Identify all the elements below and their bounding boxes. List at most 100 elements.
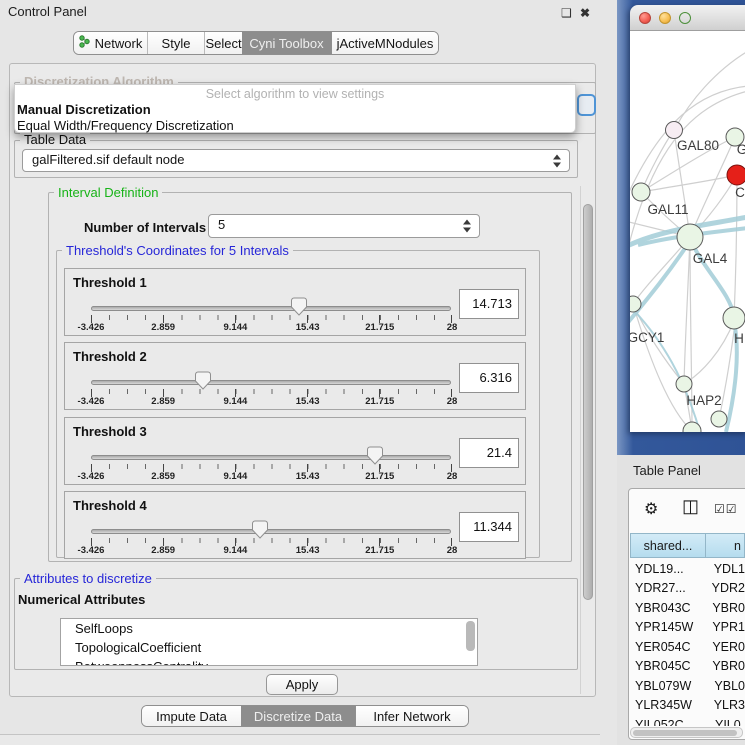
tick-labels: -3.4262.8599.14415.4321.71528 (91, 396, 452, 408)
network-window-titlebar (630, 5, 745, 31)
list-item[interactable]: SelfLoops (61, 619, 477, 638)
table-row[interactable]: YDL19...YDL1 (630, 559, 745, 579)
threshold-4-box: Threshold 4 -3.4262.8599.14415.4321.7152… (64, 491, 526, 559)
zoom-traffic-light-icon[interactable] (679, 12, 691, 24)
close-traffic-light-icon[interactable] (639, 12, 651, 24)
node-gcy1[interactable] (630, 296, 641, 312)
network-canvas[interactable]: GAL80 G C GAL11 GAL4 GCY1 H HAP2 (630, 31, 745, 432)
threshold-1-label: Threshold 1 (73, 275, 147, 290)
tab-network[interactable]: Network (74, 32, 147, 54)
node-label-gal80: GAL80 (677, 138, 719, 153)
float-window-icon[interactable]: ❑ (561, 6, 572, 20)
table-row[interactable]: YBR045CYBR0 (630, 657, 745, 677)
tick-labels: -3.4262.8599.14415.4321.71528 (91, 322, 452, 334)
node-label-gal11: GAL11 (647, 202, 688, 217)
table-row[interactable]: YPR145WYPR1 (630, 618, 745, 638)
node-red[interactable] (727, 165, 745, 185)
node-label-gcy1: GCY1 (630, 330, 664, 345)
panel-scrollbar-thumb[interactable] (583, 204, 593, 600)
tick-labels: -3.4262.8599.14415.4321.71528 (91, 471, 452, 483)
tab-network-label: Network (95, 36, 143, 51)
table-rows: YDL19...YDL1 YDR27...YDR2 YBR043CYBR0 YP… (630, 559, 745, 726)
threshold-3-box: Threshold 3 -3.4262.8599.14415.4321.7152… (64, 417, 526, 485)
table-row[interactable]: YBL079WYBL0 (630, 676, 745, 696)
threshold-1-box: Threshold 1 -3.4262.8599.14415.4321.7152… (64, 268, 526, 336)
threshold-2-value-field[interactable]: 6.316 (459, 363, 519, 393)
threshold-1-slider-track[interactable] (91, 306, 451, 311)
tab-jactivemnodules[interactable]: jActiveMNodules (331, 32, 438, 54)
table-horizontal-scrollbar-thumb[interactable] (633, 730, 737, 736)
table-row[interactable]: YIL052CYIL0 (630, 715, 745, 726)
thresholds-group-title: Threshold's Coordinates for 5 Intervals (62, 243, 293, 258)
node-label-hap2: HAP2 (686, 393, 721, 408)
table-panel-title: Table Panel (633, 463, 701, 478)
threshold-4-slider-track[interactable] (91, 529, 451, 534)
split-columns-icon[interactable]: ◫ (682, 496, 699, 517)
combo-spinner-icon (463, 220, 472, 233)
tab-style[interactable]: Style (147, 32, 204, 54)
attributes-group-title: Attributes to discretize (20, 571, 156, 586)
threshold-4-label: Threshold 4 (73, 498, 147, 513)
list-scrollbar[interactable] (466, 621, 475, 651)
tab-infer-network[interactable]: Infer Network (355, 706, 468, 726)
list-item[interactable]: BetweennessCentrality (61, 657, 477, 666)
algorithm-option-manual[interactable]: Manual Discretization (15, 101, 575, 117)
table-row[interactable]: YER054CYER0 (630, 637, 745, 657)
tick-labels: -3.4262.8599.14415.4321.71528 (91, 545, 452, 557)
numerical-attributes-label: Numerical Attributes (18, 592, 145, 607)
threshold-2-slider-track[interactable] (91, 380, 451, 385)
threshold-4-slider-thumb[interactable] (252, 520, 268, 539)
algorithm-option-equal-width[interactable]: Equal Width/Frequency Discretization (15, 117, 575, 133)
combo-spinner-icon (553, 154, 562, 167)
node-hap2[interactable] (676, 376, 692, 392)
minimize-traffic-light-icon[interactable] (659, 12, 671, 24)
threshold-1-slider-thumb[interactable] (291, 297, 307, 316)
numerical-attributes-list[interactable]: SelfLoops TopologicalCoefficient Between… (60, 618, 478, 666)
node-bottom-2[interactable] (711, 411, 727, 427)
threshold-1-value-field[interactable]: 14.713 (459, 289, 519, 319)
panel-title: Control Panel (8, 4, 87, 19)
table-row[interactable]: YBR043CYBR0 (630, 598, 745, 618)
node-h[interactable] (723, 307, 745, 329)
algorithm-combobox-stub[interactable] (577, 94, 596, 116)
network-view-window[interactable]: GAL80 G C GAL11 GAL4 GCY1 H HAP2 (630, 5, 745, 432)
threshold-3-value-field[interactable]: 21.4 (459, 438, 519, 468)
table-data-combobox[interactable]: galFiltered.sif default node (22, 149, 570, 172)
threshold-3-label: Threshold 3 (73, 424, 147, 439)
column-header-name[interactable]: n (706, 533, 745, 558)
tab-cyni-toolbox[interactable]: Cyni Toolbox (242, 32, 331, 54)
apply-button[interactable]: Apply (266, 674, 338, 695)
number-of-intervals-label: Number of Intervals (84, 220, 206, 235)
table-row[interactable]: YDR27...YDR2 (630, 579, 745, 599)
table-header-row: shared... n (630, 533, 745, 558)
tab-discretize-data[interactable]: Discretize Data (241, 706, 355, 726)
threshold-4-value-field[interactable]: 11.344 (459, 512, 519, 542)
threshold-2-box: Threshold 2 -3.4262.8599.14415.4321.7152… (64, 342, 526, 410)
interval-definition-group-title: Interval Definition (54, 185, 162, 200)
threshold-2-slider-thumb[interactable] (195, 371, 211, 390)
threshold-3-slider-thumb[interactable] (367, 446, 383, 465)
cyni-bottom-tabbar: Impute Data Discretize Data Infer Networ… (141, 705, 469, 727)
algorithm-placeholder-option[interactable]: Select algorithm to view settings (15, 85, 575, 101)
tab-select[interactable]: Select (204, 32, 242, 54)
list-item[interactable]: TopologicalCoefficient (61, 638, 477, 657)
close-icon[interactable]: ✖ (580, 6, 590, 20)
control-panel-tabbar: Network Style Select Cyni Toolbox jActiv… (73, 31, 439, 55)
status-strip (0, 734, 600, 745)
number-of-intervals-combobox[interactable]: 5 (208, 214, 480, 238)
node-label-gal4: GAL4 (693, 251, 728, 266)
threshold-2-label: Threshold 2 (73, 349, 147, 364)
select-all-checkboxes-icon[interactable]: ☑☑ (714, 502, 738, 516)
node-gal80[interactable] (666, 122, 683, 139)
panel-scrollbar[interactable] (580, 186, 594, 694)
column-header-shared-name[interactable]: shared... (630, 533, 706, 558)
threshold-3-slider-track[interactable] (91, 455, 451, 460)
node-gal4[interactable] (677, 224, 703, 250)
tab-impute-data[interactable]: Impute Data (142, 706, 241, 726)
node-label-g: G (737, 142, 745, 157)
table-row[interactable]: YLR345WYLR3 (630, 696, 745, 716)
gear-icon[interactable]: ⚙ (644, 499, 658, 519)
table-horizontal-scrollbar[interactable] (630, 727, 743, 738)
table-data-group-title: Table Data (20, 132, 90, 147)
node-gal11[interactable] (632, 183, 650, 201)
